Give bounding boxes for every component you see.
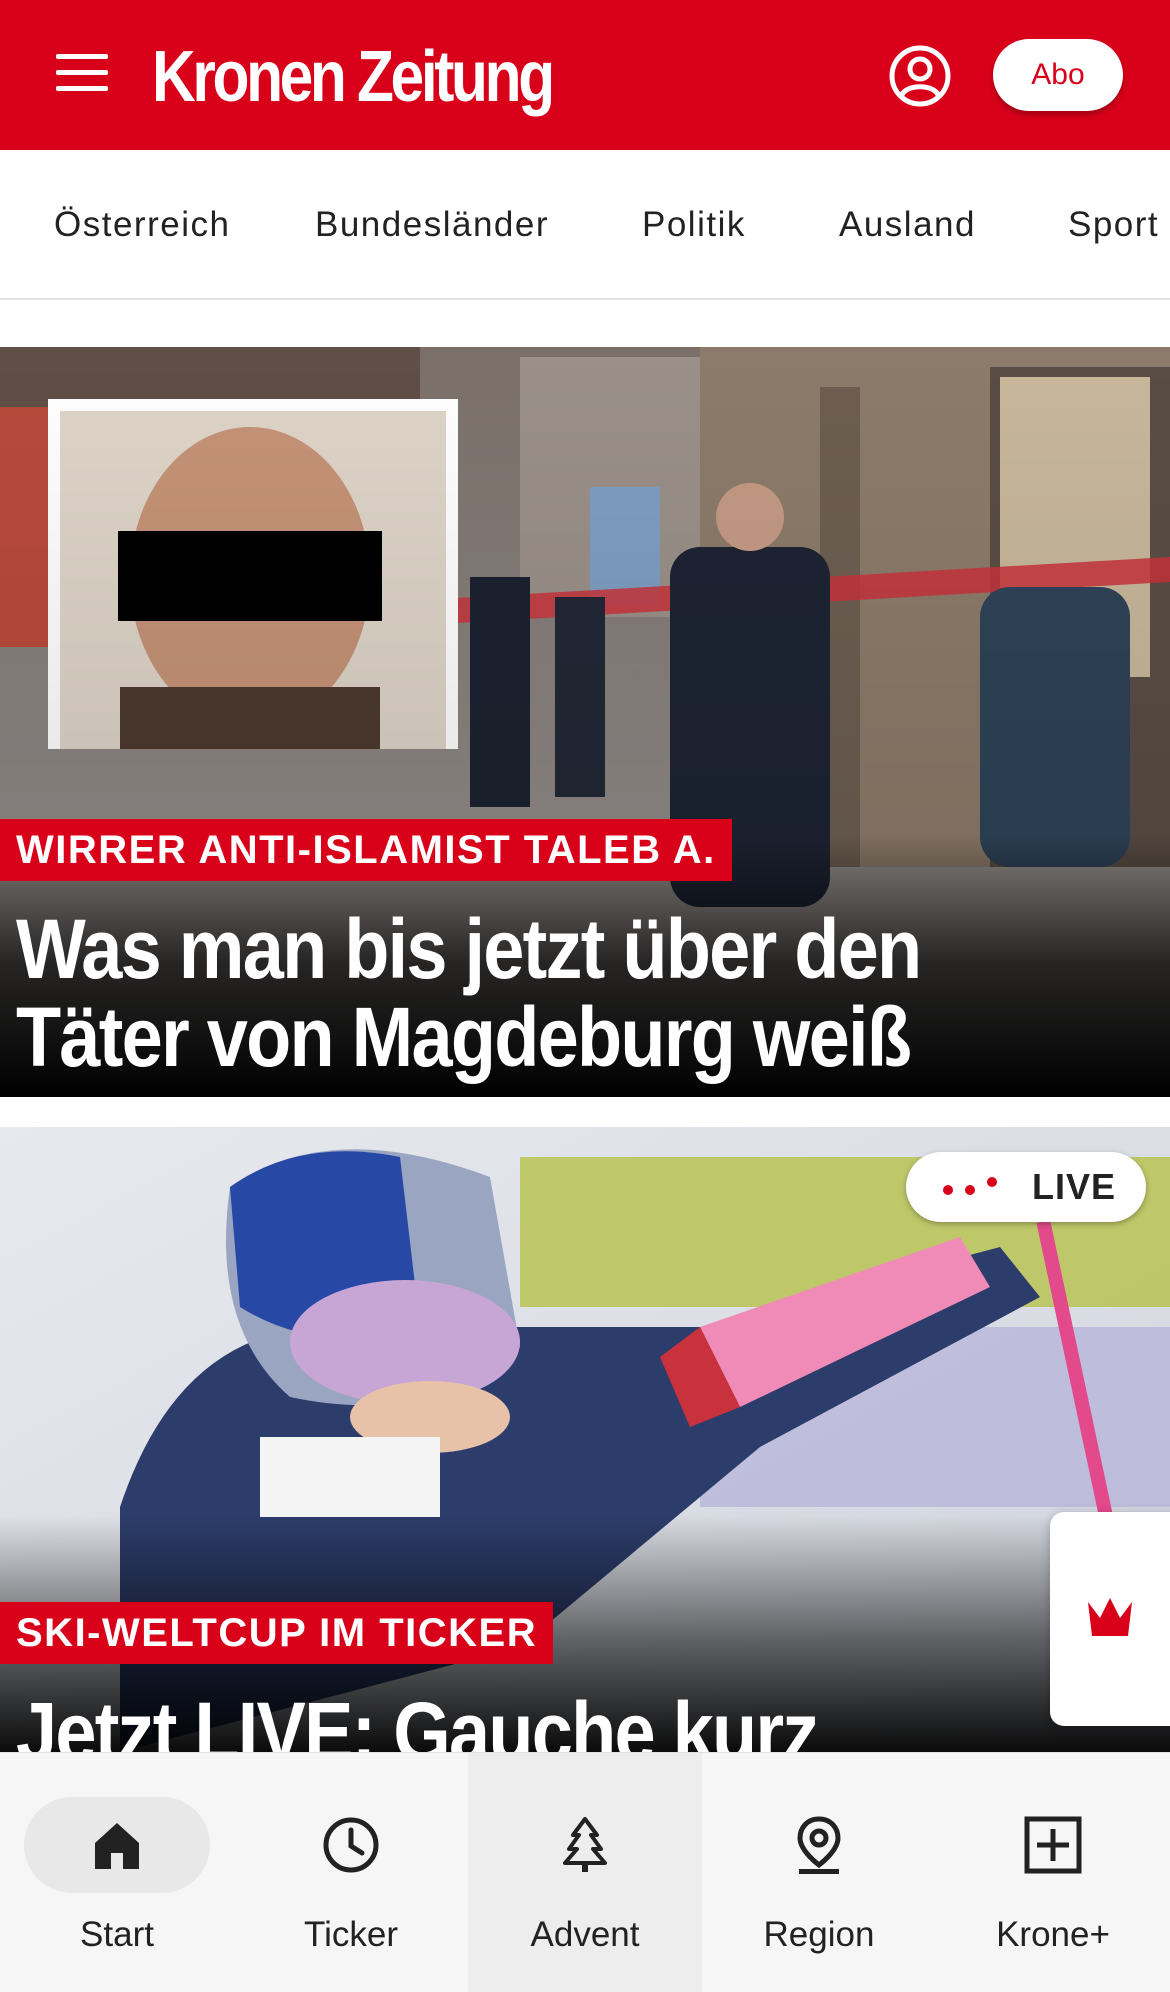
tab-advent[interactable]: Advent <box>468 1753 702 1992</box>
nav-item-sport[interactable]: Sport <box>1068 150 1159 298</box>
headline-line: Jetzt LIVE: Gauche kurz <box>16 1685 819 1752</box>
live-label: LIVE <box>1032 1166 1117 1207</box>
article-kicker: WIRRER ANTI-ISLAMIST TALEB A. <box>0 819 732 881</box>
article-headline: Jetzt LIVE: Gauche kurz <box>16 1685 819 1752</box>
section-nav: Österreich Bundesländer Politik Ausland … <box>0 150 1170 300</box>
article-kicker: SKI-WELTCUP IM TICKER <box>0 1602 554 1664</box>
top-header: Kronen Zeitung Abo <box>0 0 1170 150</box>
location-pin-icon <box>797 1816 841 1874</box>
tab-label: Advent <box>530 1915 640 1954</box>
krone-plus-floating-button[interactable] <box>1050 1512 1170 1726</box>
home-icon <box>95 1823 139 1869</box>
nav-item-bundeslaender[interactable]: Bundesländer <box>315 150 549 298</box>
tab-label: Ticker <box>304 1915 398 1954</box>
tab-region[interactable]: Region <box>702 1753 936 1992</box>
article-card-magdeburg[interactable]: WIRRER ANTI-ISLAMIST TALEB A. Was man bi… <box>0 347 1170 1097</box>
tab-label: Start <box>80 1915 154 1954</box>
crown-icon <box>1088 1598 1132 1636</box>
tab-label: Krone+ <box>996 1915 1110 1954</box>
plus-box-icon <box>1024 1816 1082 1874</box>
tab-label: Region <box>763 1915 875 1954</box>
tab-krone-plus[interactable]: Krone+ <box>936 1753 1170 1992</box>
live-badge[interactable]: LIVE <box>906 1152 1146 1222</box>
nav-item-politik[interactable]: Politik <box>642 150 746 298</box>
brand-logo[interactable]: Kronen Zeitung <box>152 36 555 118</box>
nav-item-oesterreich[interactable]: Österreich <box>54 150 230 298</box>
tab-start[interactable]: Start <box>0 1753 234 1992</box>
article-card-ski-weltcup[interactable]: LIVE SKI-WELTCUP IM TICKER Jetzt LIVE: G… <box>0 1127 1170 1752</box>
article-headline: Was man bis jetzt über den Täter von Mag… <box>16 902 922 1084</box>
nav-item-ausland[interactable]: Ausland <box>839 150 976 298</box>
user-account-icon[interactable] <box>888 44 952 108</box>
app-screen: Kronen Zeitung Abo Österreich Bundesländ… <box>0 0 1170 1992</box>
abo-button[interactable]: Abo <box>993 39 1123 111</box>
clock-icon <box>323 1817 379 1873</box>
headline-line: Was man bis jetzt über den <box>16 902 922 996</box>
live-dots-icon <box>943 1177 997 1195</box>
tab-ticker[interactable]: Ticker <box>234 1753 468 1992</box>
menu-icon[interactable] <box>54 50 114 94</box>
tree-icon <box>563 1817 607 1872</box>
headline-line: Täter von Magdeburg weiß <box>16 990 912 1084</box>
bottom-tab-bar: Start Ticker Advent Region Krone+ <box>0 1752 1170 1992</box>
